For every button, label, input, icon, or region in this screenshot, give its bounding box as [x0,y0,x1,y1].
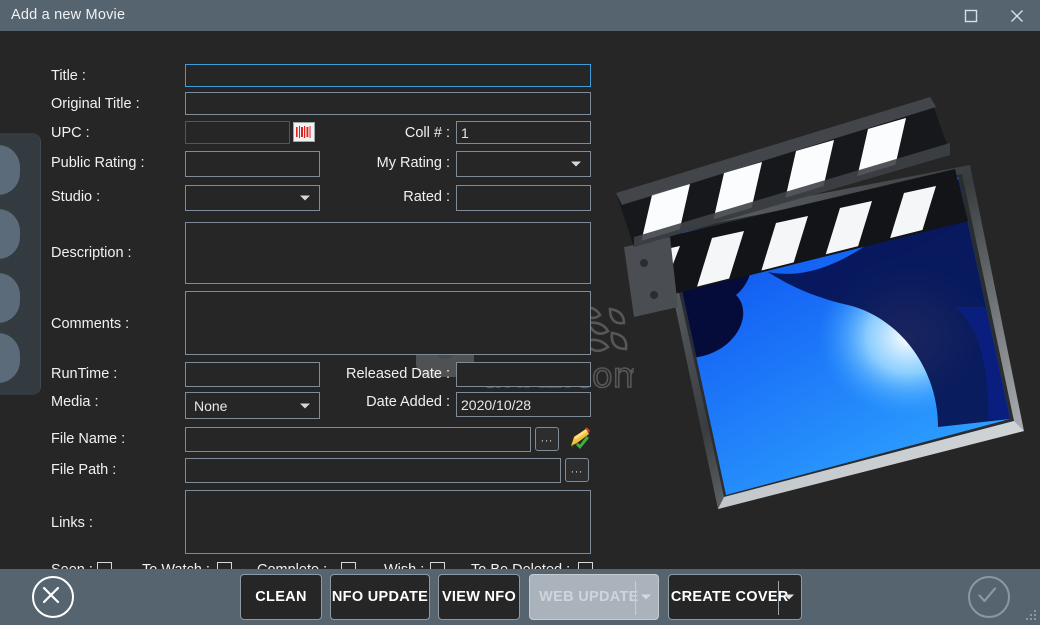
comments-label: Comments : [51,316,130,332]
chevron-down-icon[interactable] [641,594,651,600]
to-watch-label: To Watch : [142,562,210,569]
web-update-divider [635,581,636,615]
side-tab-1[interactable] [0,145,20,195]
seen-checkbox[interactable] [97,562,112,569]
title-input[interactable] [185,64,591,87]
maximize-button[interactable] [948,0,994,31]
nfo-update-button[interactable]: NFO UPDATE [330,574,430,620]
title-label: Title : [51,68,86,84]
media-label: Media : [51,394,99,410]
upc-input[interactable] [185,121,290,144]
chevron-down-icon[interactable] [784,594,794,600]
released-date-input[interactable] [456,362,591,387]
file-name-browse-button[interactable]: ... [535,427,559,451]
original-title-label: Original Title : [51,96,140,112]
seen-label: Seen : [51,562,93,569]
clean-button-label: CLEAN [255,589,307,605]
studio-label: Studio : [51,189,101,205]
date-added-label: Date Added : [366,394,450,410]
comments-textarea[interactable] [185,291,591,355]
to-be-deleted-label: To Be Deleted : [471,562,570,569]
create-cover-divider [778,581,779,615]
rated-label: Rated : [403,189,450,205]
form-panel: anxz.com Title : Original Title : UPC : [0,31,1040,569]
upc-label: UPC : [51,125,90,141]
file-name-input[interactable] [185,427,531,452]
pencil-edit-icon[interactable] [565,427,591,451]
coll-number-label: Coll # : [404,125,450,141]
close-icon [1011,9,1023,22]
wish-label: Wish : [384,562,424,569]
window-titlebar: Add a new Movie [0,0,1040,31]
web-update-button-label: WEB UPDATE [539,589,639,605]
file-name-label: File Name : [51,431,126,447]
my-rating-select[interactable] [456,151,591,177]
original-title-input[interactable] [185,92,591,115]
close-button[interactable] [994,0,1040,31]
window-title: Add a new Movie [11,7,126,23]
clean-button[interactable]: CLEAN [240,574,322,620]
file-path-browse-button[interactable]: ... [565,458,589,482]
runtime-label: RunTime : [51,366,118,382]
maximize-icon [964,9,978,22]
description-textarea[interactable] [185,222,591,284]
chevron-down-icon [571,161,581,167]
file-path-label: File Path : [51,462,117,478]
media-value: None [194,397,228,414]
create-cover-button[interactable]: CREATE COVER [668,574,802,620]
close-circle-icon [42,586,60,604]
file-path-input[interactable] [185,458,561,483]
wish-checkbox[interactable] [430,562,445,569]
description-label: Description : [51,245,132,261]
side-tab-4[interactable] [0,333,20,383]
file-path-browse-label: ... [570,463,584,476]
cancel-button[interactable] [32,576,74,618]
side-tab-strip [0,133,41,395]
bottom-action-bar [0,569,1040,625]
add-movie-window: Add a new Movie Title: Original Title:… [0,0,1040,625]
links-label: Links : [51,515,93,531]
create-cover-button-label: CREATE COVER [670,589,789,605]
file-name-browse-label: ... [540,432,554,445]
complete-label: Complete : [257,562,327,569]
to-watch-checkbox[interactable] [217,562,232,569]
my-rating-label: My Rating : [376,155,450,171]
resize-grip[interactable] [1023,608,1037,622]
view-nfo-button[interactable]: VIEW NFO [438,574,520,620]
coll-number-input[interactable] [456,121,591,144]
movie-clapperboard-image [616,97,1024,509]
view-nfo-button-label: VIEW NFO [441,589,517,605]
side-tab-3[interactable] [0,273,20,323]
to-be-deleted-checkbox[interactable] [578,562,593,569]
confirm-button[interactable] [968,576,1010,618]
rated-input[interactable] [456,185,591,211]
nfo-update-button-label: NFO UPDATE [331,589,429,605]
side-tab-2[interactable] [0,209,20,259]
check-circle-icon [978,587,997,603]
complete-checkbox[interactable] [341,562,356,569]
public-rating-label: Public Rating : [51,155,145,171]
web-update-button[interactable]: WEB UPDATE [529,574,659,620]
date-added-input[interactable] [456,392,591,417]
released-date-label: Released Date : [346,366,450,382]
links-textarea[interactable] [185,490,591,554]
